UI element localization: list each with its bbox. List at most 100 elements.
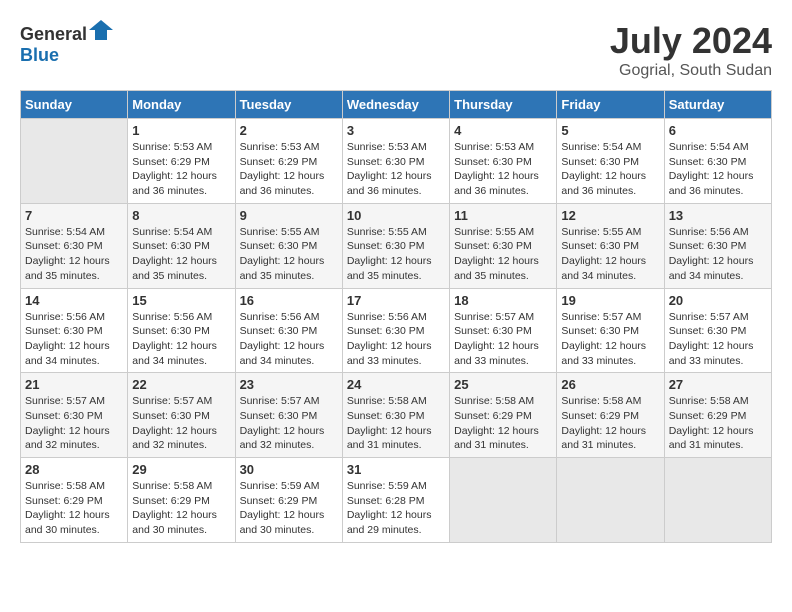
calendar-cell: [664, 458, 771, 543]
day-info: Sunrise: 5:54 AM Sunset: 6:30 PM Dayligh…: [132, 225, 230, 284]
day-info: Sunrise: 5:57 AM Sunset: 6:30 PM Dayligh…: [132, 394, 230, 453]
header-cell-thursday: Thursday: [450, 91, 557, 119]
day-number: 12: [561, 208, 659, 223]
day-info: Sunrise: 5:55 AM Sunset: 6:30 PM Dayligh…: [561, 225, 659, 284]
calendar-cell: 23Sunrise: 5:57 AM Sunset: 6:30 PM Dayli…: [235, 373, 342, 458]
week-row-5: 28 Sunrise: 5:58 AM Sunset: 6:29 PM Dayli…: [21, 458, 772, 543]
day-info: Sunrise: 5:57 AM Sunset: 6:30 PM Dayligh…: [454, 310, 552, 369]
header-cell-monday: Monday: [128, 91, 235, 119]
calendar-cell: [450, 458, 557, 543]
day-number: 8: [132, 208, 230, 223]
calendar-cell: 31Sunrise: 5:59 AM Sunset: 6:28 PM Dayli…: [342, 458, 449, 543]
calendar-cell: 13 Sunrise: 5:56 AM Sunset: 6:30 PM Dayli…: [664, 203, 771, 288]
day-number: 28: [25, 462, 123, 477]
calendar-cell: 15 Sunrise: 5:56 AM Sunset: 6:30 PM Dayli…: [128, 288, 235, 373]
title-block: July 2024 Gogrial, South Sudan: [610, 20, 772, 80]
day-number: 26: [561, 377, 659, 392]
logo-general: General: [20, 24, 87, 44]
day-number: 20: [669, 293, 767, 308]
day-info: Sunrise: 5:58 AM Sunset: 6:29 PM Dayligh…: [132, 479, 230, 538]
day-number: 10: [347, 208, 445, 223]
calendar-cell: 8 Sunrise: 5:54 AM Sunset: 6:30 PM Daylig…: [128, 203, 235, 288]
day-number: 7: [25, 208, 123, 223]
calendar-cell: 25Sunrise: 5:58 AM Sunset: 6:29 PM Dayli…: [450, 373, 557, 458]
day-info: Sunrise: 5:56 AM Sunset: 6:30 PM Dayligh…: [25, 310, 123, 369]
calendar-cell: 28 Sunrise: 5:58 AM Sunset: 6:29 PM Dayli…: [21, 458, 128, 543]
day-info: Sunrise: 5:57 AM Sunset: 6:30 PM Dayligh…: [561, 310, 659, 369]
day-number: 4: [454, 123, 552, 138]
day-number: 3: [347, 123, 445, 138]
day-number: 15: [132, 293, 230, 308]
day-info: Sunrise: 5:53 AM Sunset: 6:30 PM Dayligh…: [454, 140, 552, 199]
day-info: Sunrise: 5:58 AM Sunset: 6:30 PM Dayligh…: [347, 394, 445, 453]
day-number: 1: [132, 123, 230, 138]
day-info: Sunrise: 5:58 AM Sunset: 6:29 PM Dayligh…: [669, 394, 767, 453]
day-info: Sunrise: 5:58 AM Sunset: 6:29 PM Dayligh…: [25, 479, 123, 538]
day-info: Sunrise: 5:56 AM Sunset: 6:30 PM Dayligh…: [669, 225, 767, 284]
week-row-2: 7 Sunrise: 5:54 AM Sunset: 6:30 PM Daylig…: [21, 203, 772, 288]
day-info: Sunrise: 5:54 AM Sunset: 6:30 PM Dayligh…: [561, 140, 659, 199]
day-info: Sunrise: 5:56 AM Sunset: 6:30 PM Dayligh…: [347, 310, 445, 369]
calendar-cell: 26 Sunrise: 5:58 AM Sunset: 6:29 PM Dayli…: [557, 373, 664, 458]
calendar-cell: 29 Sunrise: 5:58 AM Sunset: 6:29 PM Dayli…: [128, 458, 235, 543]
day-number: 30: [240, 462, 338, 477]
day-number: 2: [240, 123, 338, 138]
week-row-4: 21 Sunrise: 5:57 AM Sunset: 6:30 PM Dayli…: [21, 373, 772, 458]
calendar-cell: 5Sunrise: 5:54 AM Sunset: 6:30 PM Daylig…: [557, 119, 664, 204]
header-cell-friday: Friday: [557, 91, 664, 119]
calendar-table: SundayMondayTuesdayWednesdayThursdayFrid…: [20, 90, 772, 543]
day-number: 16: [240, 293, 338, 308]
calendar-cell: 17 Sunrise: 5:56 AM Sunset: 6:30 PM Dayli…: [342, 288, 449, 373]
day-info: Sunrise: 5:56 AM Sunset: 6:30 PM Dayligh…: [132, 310, 230, 369]
logo-text: General Blue: [20, 20, 113, 66]
calendar-cell: 2 Sunrise: 5:53 AM Sunset: 6:29 PM Daylig…: [235, 119, 342, 204]
main-title: July 2024: [610, 20, 772, 62]
calendar-cell: 3Sunrise: 5:53 AM Sunset: 6:30 PM Daylig…: [342, 119, 449, 204]
day-number: 21: [25, 377, 123, 392]
day-info: Sunrise: 5:54 AM Sunset: 6:30 PM Dayligh…: [669, 140, 767, 199]
day-info: Sunrise: 5:57 AM Sunset: 6:30 PM Dayligh…: [240, 394, 338, 453]
header-cell-wednesday: Wednesday: [342, 91, 449, 119]
calendar-cell: 30 Sunrise: 5:59 AM Sunset: 6:29 PM Dayli…: [235, 458, 342, 543]
calendar-cell: 22Sunrise: 5:57 AM Sunset: 6:30 PM Dayli…: [128, 373, 235, 458]
calendar-cell: 27 Sunrise: 5:58 AM Sunset: 6:29 PM Dayli…: [664, 373, 771, 458]
day-number: 18: [454, 293, 552, 308]
calendar-cell: 4 Sunrise: 5:53 AM Sunset: 6:30 PM Daylig…: [450, 119, 557, 204]
day-info: Sunrise: 5:57 AM Sunset: 6:30 PM Dayligh…: [669, 310, 767, 369]
day-number: 17: [347, 293, 445, 308]
day-number: 13: [669, 208, 767, 223]
calendar-cell: 20 Sunrise: 5:57 AM Sunset: 6:30 PM Dayli…: [664, 288, 771, 373]
day-info: Sunrise: 5:58 AM Sunset: 6:29 PM Dayligh…: [454, 394, 552, 453]
calendar-cell: 1 Sunrise: 5:53 AM Sunset: 6:29 PM Daylig…: [128, 119, 235, 204]
day-info: Sunrise: 5:57 AM Sunset: 6:30 PM Dayligh…: [25, 394, 123, 453]
sub-title: Gogrial, South Sudan: [610, 62, 772, 80]
day-info: Sunrise: 5:59 AM Sunset: 6:29 PM Dayligh…: [240, 479, 338, 538]
calendar-header: SundayMondayTuesdayWednesdayThursdayFrid…: [21, 91, 772, 119]
logo: General Blue: [20, 20, 113, 66]
week-row-3: 14Sunrise: 5:56 AM Sunset: 6:30 PM Dayli…: [21, 288, 772, 373]
calendar-cell: 19Sunrise: 5:57 AM Sunset: 6:30 PM Dayli…: [557, 288, 664, 373]
calendar-cell: 11Sunrise: 5:55 AM Sunset: 6:30 PM Dayli…: [450, 203, 557, 288]
calendar-cell: 12 Sunrise: 5:55 AM Sunset: 6:30 PM Dayli…: [557, 203, 664, 288]
day-number: 9: [240, 208, 338, 223]
calendar-cell: [21, 119, 128, 204]
calendar-cell: 10Sunrise: 5:55 AM Sunset: 6:30 PM Dayli…: [342, 203, 449, 288]
day-info: Sunrise: 5:58 AM Sunset: 6:29 PM Dayligh…: [561, 394, 659, 453]
calendar-cell: 6Sunrise: 5:54 AM Sunset: 6:30 PM Daylig…: [664, 119, 771, 204]
calendar-cell: 9Sunrise: 5:55 AM Sunset: 6:30 PM Daylig…: [235, 203, 342, 288]
header-cell-tuesday: Tuesday: [235, 91, 342, 119]
header-cell-saturday: Saturday: [664, 91, 771, 119]
calendar-body: 1 Sunrise: 5:53 AM Sunset: 6:29 PM Daylig…: [21, 119, 772, 543]
day-info: Sunrise: 5:56 AM Sunset: 6:30 PM Dayligh…: [240, 310, 338, 369]
logo-blue: Blue: [20, 45, 59, 65]
header-cell-sunday: Sunday: [21, 91, 128, 119]
day-info: Sunrise: 5:53 AM Sunset: 6:29 PM Dayligh…: [240, 140, 338, 199]
logo-bird-icon: [89, 20, 113, 40]
day-number: 31: [347, 462, 445, 477]
day-number: 29: [132, 462, 230, 477]
day-info: Sunrise: 5:55 AM Sunset: 6:30 PM Dayligh…: [454, 225, 552, 284]
calendar-cell: 18 Sunrise: 5:57 AM Sunset: 6:30 PM Dayli…: [450, 288, 557, 373]
day-info: Sunrise: 5:53 AM Sunset: 6:29 PM Dayligh…: [132, 140, 230, 199]
header-row: SundayMondayTuesdayWednesdayThursdayFrid…: [21, 91, 772, 119]
day-number: 27: [669, 377, 767, 392]
